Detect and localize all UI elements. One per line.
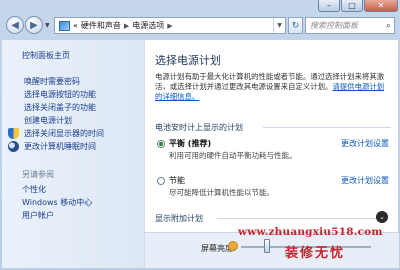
plan-power-saver[interactable]: 节能 尽可能降低计算机性能以节能。 更改计划设置 [157,175,393,205]
breadcrumb-item-hardware-sound[interactable]: 硬件和声音 [81,20,121,31]
sidebar-link-sleep-time[interactable]: 更改计算机睡眠时间 [2,140,144,153]
moon-icon [8,141,19,152]
plan-description: 利用可用的硬件自动平衡功耗与性能。 [169,151,297,160]
window-frame: – □ ✕ ◀ ▶ ▼ « 硬件和声音 ▶ 电源选项 ▶ ▼ ↻ 搜索控制面板 … [0,0,400,270]
shield-icon [8,128,19,139]
sidebar-link-label: 选择电源按钮的功能 [24,90,96,99]
watermark-url: www.zhuangxiu518.com [238,226,383,238]
control-panel-icon [59,20,70,31]
plan-radio-power-saver[interactable] [157,177,165,185]
sidebar-link-label: 选择关闭盖子的功能 [24,103,96,112]
page-description: 电源计划有助于最大化计算机的性能或者节能。通过选择计划来将其激活，或选择计划并通… [155,72,391,102]
change-plan-settings-link[interactable]: 更改计划设置 [341,175,389,186]
change-plan-settings-link[interactable]: 更改计划设置 [341,138,389,149]
recent-pages-dropdown[interactable]: ▼ [45,22,50,29]
see-also-heading: 另请参阅 [22,170,54,179]
sidebar: 控制面板主页 唤醒时需要密码 选择电源按钮的功能 选择关闭盖子的功能 创建电源计… [2,40,144,268]
sidebar-link-create-plan[interactable]: 创建电源计划 [2,114,144,127]
search-box[interactable]: 搜索控制面板 ⌕ [305,17,395,34]
navigation-bar: ◀ ▶ ▼ « 硬件和声音 ▶ 电源选项 ▶ ▼ ↻ 搜索控制面板 ⌕ [0,14,400,38]
sidebar-home-link[interactable]: 控制面板主页 [2,50,144,61]
section-divider [217,218,377,219]
plan-name: 平衡 (推荐) [169,139,212,148]
sidebar-link-label: 创建电源计划 [24,116,72,125]
sidebar-link-display-off[interactable]: 选择关闭显示器的时间 [2,127,144,140]
battery-meter-section-heading: 电池安时计上显示的计划 [155,123,243,132]
watermark-text: 装修无忧 [285,246,346,261]
plan-description: 尽可能降低计算机性能以节能。 [169,188,274,197]
sidebar-link-require-password[interactable]: 唤醒时需要密码 [2,75,144,88]
plan-balanced[interactable]: 平衡 (推荐) 利用可用的硬件自动平衡功耗与性能。 更改计划设置 [157,138,393,168]
breadcrumb-item-power-options[interactable]: 电源选项 [132,20,164,31]
forward-arrow-icon: ▶ [30,19,38,31]
sidebar-link-label: 更改计算机睡眠时间 [24,142,96,151]
sidebar-link-label: 选择关闭显示器的时间 [24,129,104,138]
sun-dim-icon [229,242,237,250]
plan-radio-balanced[interactable] [157,140,165,148]
maximize-button[interactable]: □ [341,0,363,12]
chevron-down-icon[interactable]: ⌄ [376,211,388,223]
breadcrumb-separator[interactable]: ▶ [167,22,172,30]
additional-plans-heading[interactable]: 显示附加计划 [155,213,203,224]
address-dropdown-button[interactable]: ▼ [273,18,285,33]
plan-name: 节能 [169,176,185,185]
search-placeholder: 搜索控制面板 [310,21,358,30]
breadcrumb-prefix[interactable]: « [73,21,78,30]
address-bar[interactable]: « 硬件和声音 ▶ 电源选项 ▶ ▼ [54,17,286,34]
back-button[interactable]: ◀ [6,16,24,34]
see-also-mobility-center[interactable]: Windows 移动中心 [2,197,144,210]
see-also-user-accounts[interactable]: 用户帐户 [2,210,144,223]
close-button[interactable]: ✕ [364,0,398,12]
refresh-button[interactable]: ↻ [288,17,303,34]
see-also-personalization[interactable]: 个性化 [2,184,144,197]
forward-button[interactable]: ▶ [25,16,43,34]
sidebar-link-power-button[interactable]: 选择电源按钮的功能 [2,88,144,101]
search-icon[interactable]: ⌕ [386,21,391,31]
sidebar-link-label: 唤醒时需要密码 [24,77,80,86]
window-controls: – □ ✕ [318,0,398,12]
brightness-slider-thumb[interactable] [264,239,270,253]
sidebar-link-lid-close[interactable]: 选择关闭盖子的功能 [2,101,144,114]
section-divider [263,127,391,128]
page-title: 选择电源计划 [155,54,221,67]
refresh-icon: ↻ [291,20,300,31]
minimize-button[interactable]: – [318,0,340,12]
breadcrumb-separator[interactable]: ▶ [124,22,129,30]
back-arrow-icon: ◀ [11,19,19,31]
